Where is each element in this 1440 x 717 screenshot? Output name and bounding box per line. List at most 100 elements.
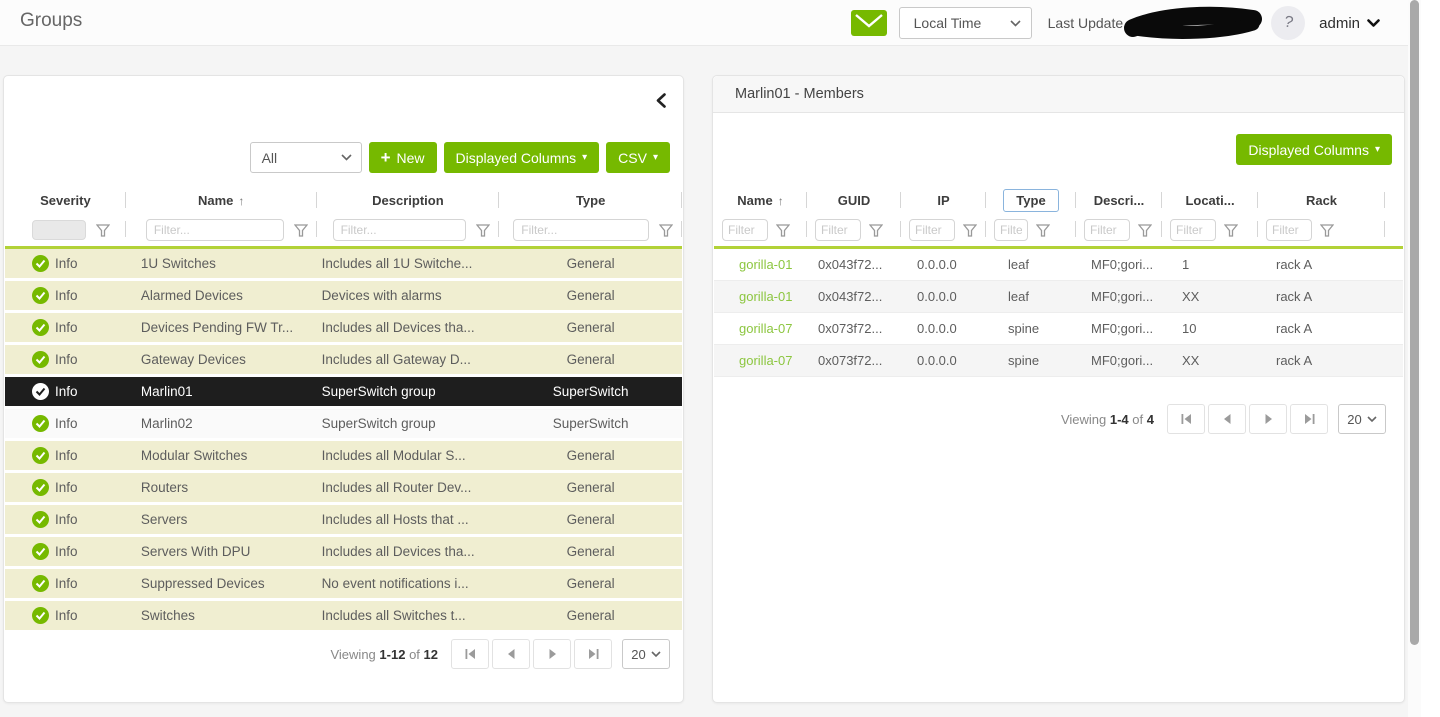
group-row-selected[interactable]: Info Marlin01 SuperSwitch group SuperSwi… [5, 377, 682, 406]
column-header-type[interactable]: Type [499, 187, 682, 214]
csv-export-button[interactable]: CSV ▾ [606, 142, 670, 173]
column-header-name[interactable]: Name ↑ [126, 187, 317, 214]
filter-funnel-icon[interactable] [294, 224, 308, 237]
filter-funnel-icon[interactable] [659, 224, 673, 237]
member-name-link[interactable]: gorilla-07 [714, 321, 807, 336]
filter-funnel-icon[interactable] [776, 224, 790, 237]
group-type: General [499, 544, 682, 559]
member-name-link[interactable]: gorilla-01 [714, 289, 807, 304]
description-filter-input[interactable] [333, 219, 467, 241]
rack-filter-input[interactable] [1266, 219, 1312, 241]
group-row[interactable]: Info Routers Includes all Router Dev... … [5, 473, 682, 502]
filter-funnel-icon[interactable] [1036, 224, 1050, 237]
column-header-name[interactable]: Name ↑ [714, 187, 807, 214]
filter-funnel-icon[interactable] [963, 224, 977, 237]
new-group-button[interactable]: + New [369, 142, 437, 173]
column-header-description[interactable]: Description [317, 187, 500, 214]
group-scope-select[interactable]: All [250, 142, 362, 173]
pagination-summary: Viewing 1-12 of 12 [330, 647, 438, 662]
user-menu[interactable]: admin [1319, 15, 1380, 32]
member-name-link[interactable]: gorilla-07 [714, 353, 807, 368]
page-size-value: 20 [631, 647, 645, 662]
group-row[interactable]: Info Modular Switches Includes all Modul… [5, 441, 682, 470]
group-row[interactable]: Info Servers With DPU Includes all Devic… [5, 537, 682, 566]
scrollbar-thumb[interactable] [1410, 0, 1419, 645]
column-header-guid[interactable]: GUID [807, 187, 901, 214]
group-name: Gateway Devices [126, 352, 317, 367]
members-toolbar: Displayed Columns ▾ [1236, 134, 1392, 165]
members-table-header: Name ↑ GUID IP Type Descri... Locati... … [714, 187, 1403, 214]
members-panel: Marlin01 - Members Displayed Columns ▾ N… [712, 75, 1405, 703]
severity-cell: Info [5, 447, 126, 464]
name-filter-input[interactable] [722, 219, 768, 241]
member-row[interactable]: gorilla-01 0x043f72... 0.0.0.0 leaf MF0;… [714, 281, 1403, 313]
column-header-location[interactable]: Locati... [1162, 187, 1258, 214]
group-row[interactable]: Info Gateway Devices Includes all Gatewa… [5, 345, 682, 374]
first-page-button[interactable] [1167, 404, 1205, 434]
type-filter-input[interactable] [994, 219, 1028, 241]
filter-funnel-icon[interactable] [1224, 224, 1238, 237]
column-header-severity[interactable]: Severity [5, 187, 126, 214]
type-filter-input[interactable] [513, 219, 649, 241]
group-name: Devices Pending FW Tr... [126, 320, 317, 335]
filter-cell-guid [807, 216, 901, 244]
group-row[interactable]: Info Servers Includes all Hosts that ...… [5, 505, 682, 534]
last-update-label: Last Update [1048, 15, 1124, 31]
severity-cell: Info [5, 415, 126, 432]
member-row[interactable]: gorilla-01 0x043f72... 0.0.0.0 leaf MF0;… [714, 249, 1403, 281]
column-header-rack[interactable]: Rack [1258, 187, 1385, 214]
group-description: Includes all Switches t... [317, 608, 500, 623]
last-page-button[interactable] [574, 639, 612, 669]
member-row[interactable]: gorilla-07 0x073f72... 0.0.0.0 spine MF0… [714, 313, 1403, 345]
prev-page-button[interactable] [492, 639, 530, 669]
filter-funnel-icon[interactable] [476, 224, 490, 237]
member-name-link[interactable]: gorilla-01 [714, 257, 807, 272]
group-row[interactable]: Info Suppressed Devices No event notific… [5, 569, 682, 598]
guid-filter-input[interactable] [815, 219, 861, 241]
group-row[interactable]: Info Marlin02 SuperSwitch group SuperSwi… [5, 409, 682, 438]
first-page-button[interactable] [451, 639, 489, 669]
filter-funnel-icon[interactable] [96, 224, 110, 237]
member-guid: 0x073f72... [807, 353, 901, 368]
location-filter-input[interactable] [1170, 219, 1216, 241]
column-header-type-focused[interactable]: Type [986, 187, 1076, 214]
member-row[interactable]: gorilla-07 0x073f72... 0.0.0.0 spine MF0… [714, 345, 1403, 377]
group-row[interactable]: Info Switches Includes all Switches t...… [5, 601, 682, 630]
group-type: General [499, 320, 682, 335]
mail-button[interactable] [851, 10, 887, 36]
group-row[interactable]: Info Devices Pending FW Tr... Includes a… [5, 313, 682, 342]
severity-filter-box[interactable] [32, 220, 86, 240]
timezone-select[interactable]: Local Time [899, 7, 1032, 39]
description-filter-input[interactable] [1084, 219, 1130, 241]
scrollbar-track[interactable] [1408, 0, 1421, 717]
member-type: spine [986, 353, 1076, 368]
last-page-button[interactable] [1290, 404, 1328, 434]
filter-funnel-icon[interactable] [1320, 224, 1334, 237]
member-location: 1 [1162, 257, 1258, 272]
user-menu-label: admin [1319, 15, 1360, 32]
displayed-columns-button[interactable]: Displayed Columns ▾ [444, 142, 600, 173]
group-name: Marlin01 [126, 384, 317, 399]
page-size-select[interactable]: 20 [622, 639, 670, 669]
group-type: General [499, 256, 682, 271]
displayed-columns-button[interactable]: Displayed Columns ▾ [1236, 134, 1392, 165]
prev-page-button[interactable] [1208, 404, 1246, 434]
column-header-description[interactable]: Descri... [1076, 187, 1162, 214]
group-row[interactable]: Info Alarmed Devices Devices with alarms… [5, 281, 682, 310]
ip-filter-input[interactable] [909, 219, 955, 241]
chevron-down-icon [651, 651, 661, 658]
filter-funnel-icon[interactable] [869, 224, 883, 237]
group-row[interactable]: Info 1U Switches Includes all 1U Switche… [5, 249, 682, 278]
name-filter-input[interactable] [146, 219, 284, 241]
member-location: XX [1162, 353, 1258, 368]
column-header-ip[interactable]: IP [901, 187, 986, 214]
collapse-panel-button[interactable] [652, 90, 670, 110]
filter-cell-description [1076, 216, 1162, 244]
next-page-button[interactable] [1249, 404, 1287, 434]
page-size-select[interactable]: 20 [1338, 404, 1386, 434]
group-name: Modular Switches [126, 448, 317, 463]
next-page-button[interactable] [533, 639, 571, 669]
help-button[interactable]: ? [1271, 6, 1305, 40]
filter-funnel-icon[interactable] [1138, 224, 1152, 237]
chevron-right-icon [548, 649, 557, 659]
